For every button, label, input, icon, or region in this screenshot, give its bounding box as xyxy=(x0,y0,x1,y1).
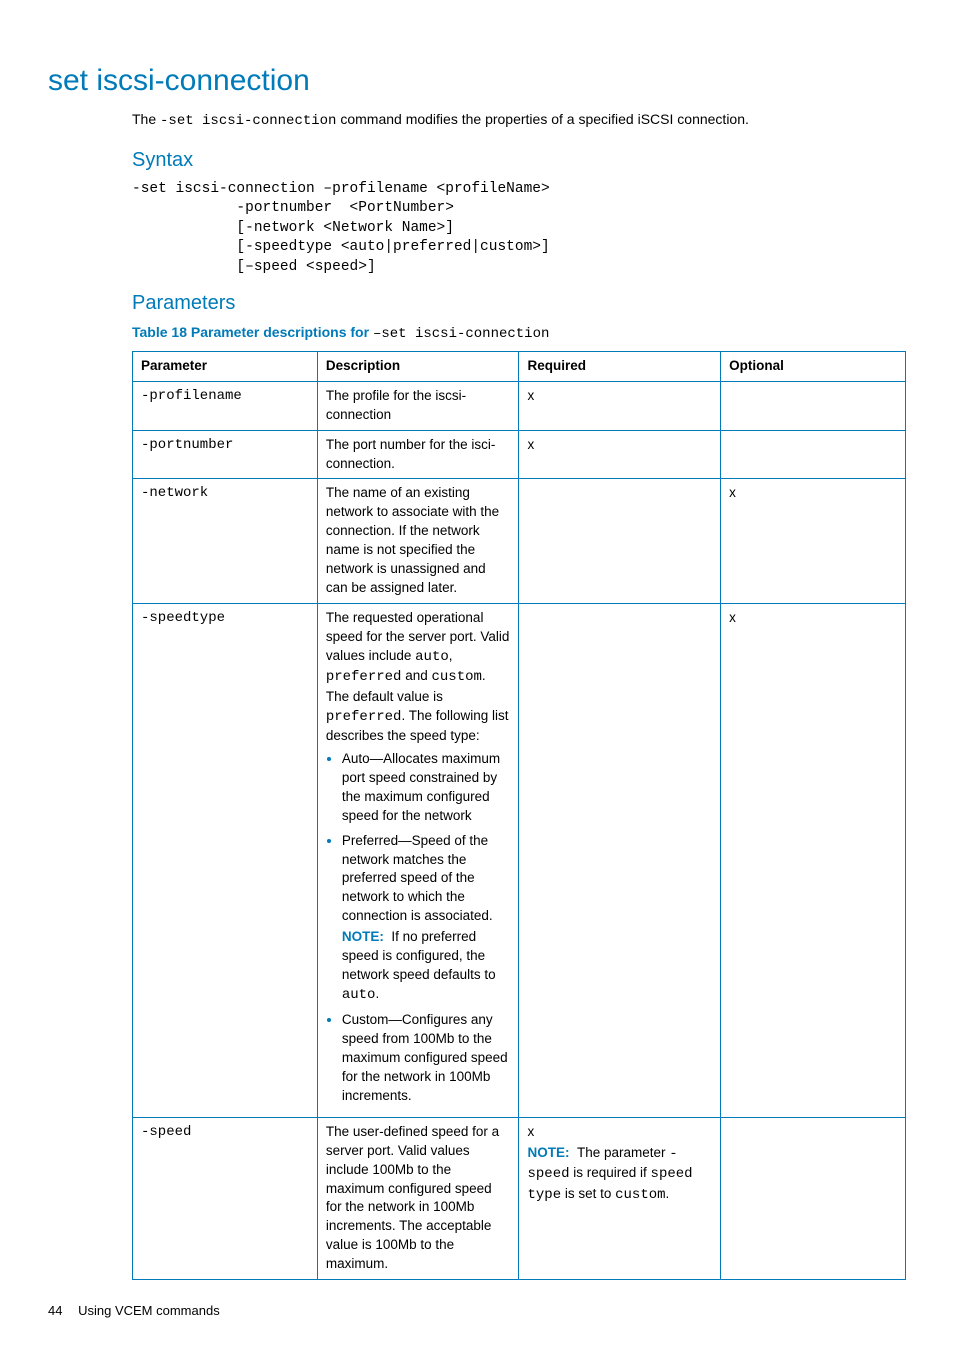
table-caption-prefix: Table 18 Parameter descriptions for xyxy=(132,324,373,340)
desc-code: custom xyxy=(431,669,481,685)
table-row: -network The name of an existing network… xyxy=(133,479,906,603)
cell-description: The name of an existing network to assoc… xyxy=(317,479,519,603)
desc-code: auto xyxy=(415,649,449,665)
note-text: The parameter xyxy=(577,1145,669,1160)
cell-parameter: -speedtype xyxy=(133,603,318,1117)
cell-optional xyxy=(721,1117,906,1279)
note-text: . xyxy=(666,1186,670,1201)
cell-required xyxy=(519,479,721,603)
intro-paragraph: The -set iscsi-connection command modifi… xyxy=(132,110,906,132)
table-row: -speed The user-defined speed for a serv… xyxy=(133,1117,906,1279)
cell-parameter: -network xyxy=(133,479,318,603)
speedtype-list: Auto—Allocates maximum port speed constr… xyxy=(326,750,511,1106)
note-code: custom xyxy=(615,1187,665,1203)
syntax-heading: Syntax xyxy=(132,146,906,174)
note-text: . xyxy=(375,986,379,1001)
note-code: auto xyxy=(342,987,376,1003)
desc-text: , xyxy=(449,648,453,663)
note-block: NOTE: If no preferred speed is configure… xyxy=(342,928,511,1005)
cell-description: The port number for the isci-connection. xyxy=(317,430,519,479)
list-item: Auto—Allocates maximum port speed constr… xyxy=(342,750,511,826)
note-text: is required if xyxy=(570,1165,651,1180)
col-header-description: Description xyxy=(317,352,519,382)
footer-label: Using VCEM commands xyxy=(78,1303,220,1318)
note-label: NOTE: xyxy=(527,1145,569,1160)
note-block: NOTE: The parameter -speed is required i… xyxy=(527,1144,712,1206)
cell-optional xyxy=(721,381,906,430)
cell-description: The user-defined speed for a server port… xyxy=(317,1117,519,1279)
cell-optional: x xyxy=(721,603,906,1117)
table-row: -speedtype The requested operational spe… xyxy=(133,603,906,1117)
list-item-text: Preferred—Speed of the network matches t… xyxy=(342,833,493,924)
cell-optional xyxy=(721,430,906,479)
note-label: NOTE: xyxy=(342,929,384,944)
page-footer: 44 Using VCEM commands xyxy=(48,1302,906,1320)
required-x: x xyxy=(527,1123,712,1142)
intro-text-pre: The xyxy=(132,111,160,127)
intro-text-post: command modifies the properties of a spe… xyxy=(336,111,748,127)
cell-required xyxy=(519,603,721,1117)
page-title: set iscsi-connection xyxy=(48,60,906,102)
desc-text: and xyxy=(401,668,431,683)
cell-description: The profile for the iscsi-connection xyxy=(317,381,519,430)
cell-parameter: -profilename xyxy=(133,381,318,430)
table-header-row: Parameter Description Required Optional xyxy=(133,352,906,382)
table-caption: Table 18 Parameter descriptions for –set… xyxy=(132,323,906,345)
list-item: Custom—Configures any speed from 100Mb t… xyxy=(342,1011,511,1105)
cell-parameter: -portnumber xyxy=(133,430,318,479)
parameters-table: Parameter Description Required Optional … xyxy=(132,351,906,1280)
cell-description: The requested operational speed for the … xyxy=(317,603,519,1117)
cell-required: x xyxy=(519,430,721,479)
table-caption-command: –set iscsi-connection xyxy=(373,326,549,342)
col-header-required: Required xyxy=(519,352,721,382)
intro-command: -set iscsi-connection xyxy=(160,113,336,129)
cell-optional: x xyxy=(721,479,906,603)
col-header-parameter: Parameter xyxy=(133,352,318,382)
cell-required: x NOTE: The parameter -speed is required… xyxy=(519,1117,721,1279)
note-text: is set to xyxy=(561,1186,615,1201)
table-row: -profilename The profile for the iscsi-c… xyxy=(133,381,906,430)
table-row: -portnumber The port number for the isci… xyxy=(133,430,906,479)
cell-required: x xyxy=(519,381,721,430)
desc-code: preferred xyxy=(326,709,402,725)
page-number: 44 xyxy=(48,1303,62,1318)
desc-code: preferred xyxy=(326,669,402,685)
cell-parameter: -speed xyxy=(133,1117,318,1279)
parameters-heading: Parameters xyxy=(132,289,906,317)
col-header-optional: Optional xyxy=(721,352,906,382)
list-item: Preferred—Speed of the network matches t… xyxy=(342,832,511,1006)
syntax-block: -set iscsi-connection –profilename <prof… xyxy=(132,180,906,278)
